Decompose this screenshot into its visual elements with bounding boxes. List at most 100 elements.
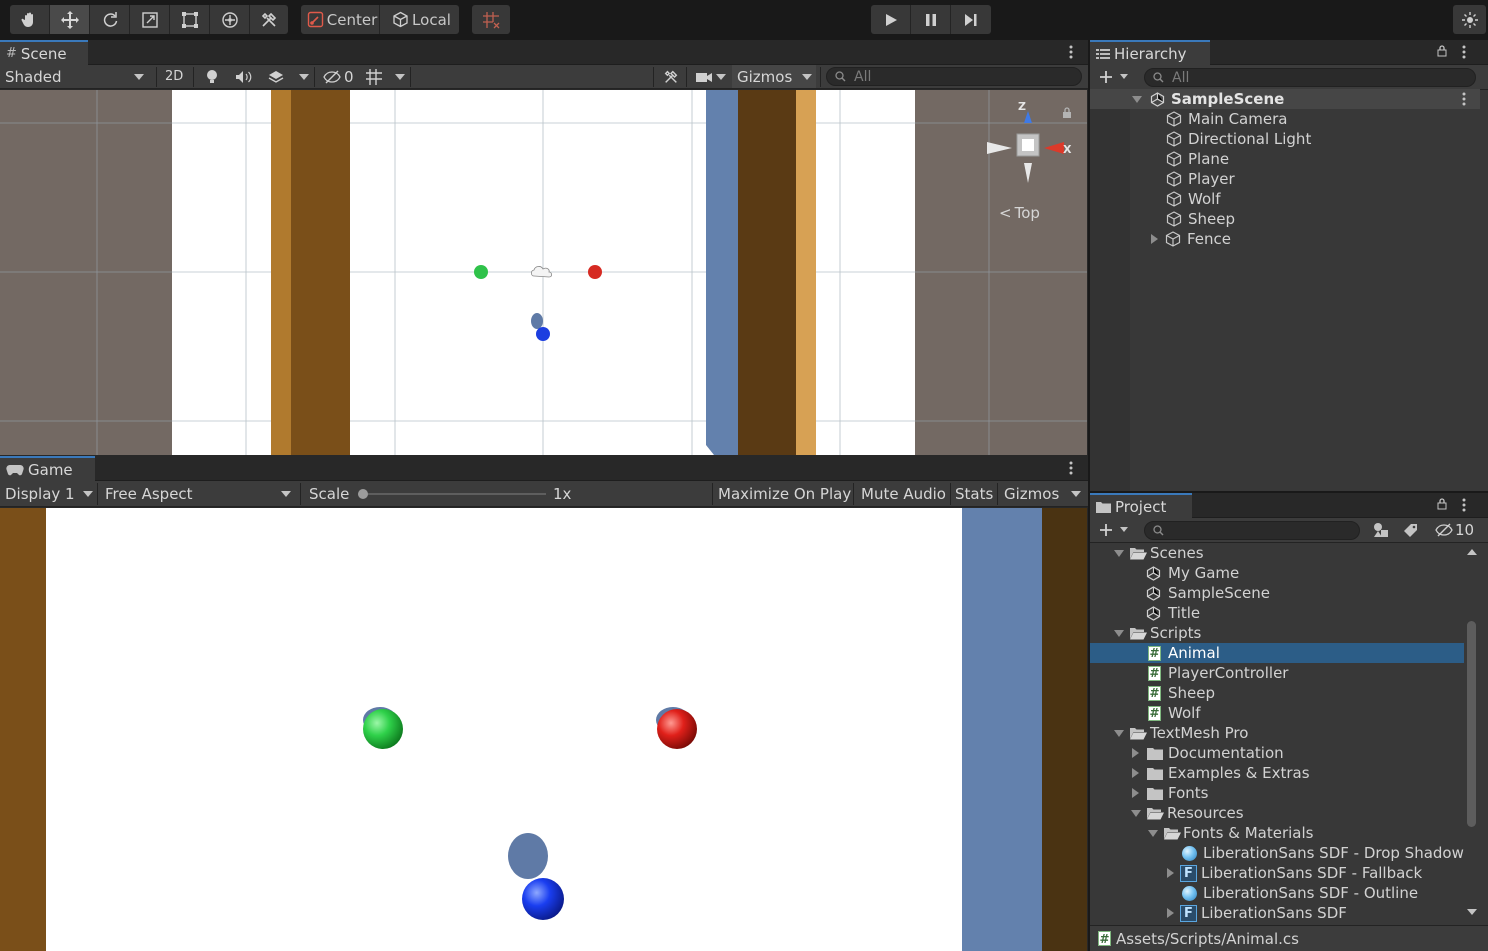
hierarchy-lock-icon[interactable]	[1437, 45, 1447, 57]
maximize-on-play-toggle[interactable]: Maximize On Play	[713, 481, 853, 506]
display-dropdown[interactable]: Display 1	[0, 481, 97, 506]
hierarchy-item-directional-light[interactable]: Directional Light	[1166, 129, 1311, 149]
tab-project[interactable]: Project	[1090, 493, 1192, 518]
project-script-wolf[interactable]: # Wolf	[1148, 703, 1201, 723]
scene-viewport[interactable]: Z X < Top	[0, 90, 1087, 455]
aspect-dropdown[interactable]: Free Aspect	[100, 481, 298, 506]
hierarchy-item-player[interactable]: Player	[1166, 169, 1235, 189]
scene-search-input[interactable]: All	[826, 67, 1082, 86]
project-create-button[interactable]	[1094, 518, 1128, 542]
toggle-2d-button[interactable]: 2D	[158, 65, 190, 88]
scroll-up-icon[interactable]	[1467, 549, 1477, 555]
lock-icon[interactable]	[1062, 107, 1072, 119]
tab-hierarchy[interactable]: Hierarchy	[1090, 40, 1210, 65]
view-mode-toggle[interactable]: < Top	[999, 204, 1040, 222]
expand-arrow-icon[interactable]	[1132, 95, 1142, 103]
project-folder-documentation[interactable]: Documentation	[1132, 743, 1284, 763]
project-font-asset-fallback[interactable]: F LiberationSans SDF - Fallback	[1167, 863, 1422, 883]
project-material-outline[interactable]: LiberationSans SDF - Outline	[1182, 883, 1418, 903]
expand-arrow-icon[interactable]	[1131, 809, 1141, 817]
project-script-sheep[interactable]: # Sheep	[1148, 683, 1215, 703]
audio-toggle[interactable]	[230, 65, 256, 88]
hierarchy-item-fence[interactable]: Fence	[1151, 229, 1231, 249]
effects-chevron-down-icon[interactable]	[299, 74, 309, 80]
tab-game[interactable]: Game	[0, 456, 95, 481]
project-scene-my-game[interactable]: My Game	[1146, 563, 1239, 583]
search-by-type-button[interactable]	[1368, 518, 1394, 542]
project-scrollbar[interactable]	[1466, 545, 1478, 919]
step-button[interactable]	[951, 5, 991, 34]
scene-tools-button[interactable]	[658, 65, 684, 88]
project-script-playercontroller[interactable]: # PlayerController	[1148, 663, 1288, 683]
expand-arrow-icon[interactable]	[1167, 868, 1174, 878]
move-tool-button[interactable]	[50, 5, 90, 34]
game-gizmos-chevron-down-icon[interactable]	[1071, 491, 1081, 497]
transform-tool-button[interactable]	[210, 5, 250, 34]
expand-arrow-icon[interactable]	[1132, 768, 1139, 778]
hierarchy-item-wolf[interactable]: Wolf	[1166, 189, 1221, 209]
expand-arrow-icon[interactable]	[1114, 549, 1124, 557]
scene-menu-icon[interactable]	[1069, 45, 1073, 59]
project-folder-scripts[interactable]: Scripts	[1114, 623, 1201, 643]
hidden-packages-toggle[interactable]: 10	[1430, 518, 1480, 542]
scene-row-menu-icon[interactable]	[1462, 92, 1466, 106]
pause-button[interactable]	[911, 5, 951, 34]
project-font-asset-liberationsans[interactable]: F LiberationSans SDF	[1167, 903, 1347, 923]
hierarchy-item-plane[interactable]: Plane	[1166, 149, 1229, 169]
project-folder-fonts-materials[interactable]: Fonts & Materials	[1148, 823, 1313, 843]
project-folder-examples[interactable]: Examples & Extras	[1132, 763, 1310, 783]
project-folder-scenes[interactable]: Scenes	[1114, 543, 1204, 563]
pivot-mode-button[interactable]: Center	[301, 5, 380, 34]
grid-chevron-down-icon[interactable]	[395, 74, 405, 80]
camera-settings-dropdown[interactable]	[690, 65, 730, 88]
play-button[interactable]	[871, 5, 911, 34]
gizmos-chevron-down-icon[interactable]	[802, 74, 812, 80]
mute-audio-toggle[interactable]: Mute Audio	[856, 481, 952, 506]
shading-mode-dropdown[interactable]: Shaded	[0, 65, 152, 88]
project-scene-samplescene[interactable]: SampleScene	[1146, 583, 1270, 603]
project-material-drop-shadow[interactable]: LiberationSans SDF - Drop Shadow	[1182, 843, 1464, 863]
expand-arrow-icon[interactable]	[1167, 908, 1174, 918]
game-menu-icon[interactable]	[1069, 461, 1073, 475]
scrollbar-thumb[interactable]	[1467, 621, 1476, 827]
custom-tool-button[interactable]	[250, 5, 288, 34]
hand-tool-button[interactable]	[10, 5, 50, 34]
hierarchy-menu-icon[interactable]	[1462, 45, 1466, 59]
pivot-space-button[interactable]: Local	[380, 5, 459, 34]
project-lock-icon[interactable]	[1437, 498, 1447, 510]
expand-arrow-icon[interactable]	[1114, 729, 1124, 737]
expand-arrow-icon[interactable]	[1151, 234, 1158, 244]
expand-arrow-icon[interactable]	[1148, 829, 1158, 837]
hierarchy-item-main-camera[interactable]: Main Camera	[1166, 109, 1287, 129]
tab-scene[interactable]: # Scene	[0, 40, 88, 65]
expand-arrow-icon[interactable]	[1132, 748, 1139, 758]
effects-toggle[interactable]	[262, 65, 288, 88]
hierarchy-create-button[interactable]	[1094, 65, 1128, 89]
search-by-label-button[interactable]	[1398, 518, 1424, 542]
scale-slider-handle[interactable]	[358, 489, 368, 499]
project-folder-fonts[interactable]: Fonts	[1132, 783, 1208, 803]
hierarchy-item-sheep[interactable]: Sheep	[1166, 209, 1235, 229]
services-button[interactable]	[1453, 5, 1486, 34]
grid-toggle[interactable]	[360, 65, 386, 88]
scale-slider[interactable]	[358, 489, 546, 499]
scroll-down-icon[interactable]	[1467, 909, 1477, 915]
project-scene-title[interactable]: Title	[1146, 603, 1200, 623]
rect-tool-button[interactable]	[170, 5, 210, 34]
lighting-toggle[interactable]	[200, 65, 226, 88]
project-folder-textmesh-pro[interactable]: TextMesh Pro	[1114, 723, 1248, 743]
game-viewport[interactable]	[0, 508, 1087, 951]
project-menu-icon[interactable]	[1462, 498, 1466, 512]
expand-arrow-icon[interactable]	[1132, 788, 1139, 798]
project-script-animal[interactable]: # Animal	[1090, 643, 1464, 663]
game-gizmos-toggle[interactable]: Gizmos	[999, 481, 1065, 506]
project-search-input[interactable]	[1144, 521, 1360, 540]
grid-snap-button[interactable]	[472, 5, 510, 34]
scene-visibility-toggle[interactable]: 0	[318, 65, 358, 88]
rotate-tool-button[interactable]	[90, 5, 130, 34]
expand-arrow-icon[interactable]	[1114, 629, 1124, 637]
stats-toggle[interactable]: Stats	[950, 481, 998, 506]
scene-root-row[interactable]: SampleScene	[1132, 89, 1284, 109]
scale-tool-button[interactable]	[130, 5, 170, 34]
hierarchy-search-input[interactable]: All	[1144, 68, 1476, 87]
